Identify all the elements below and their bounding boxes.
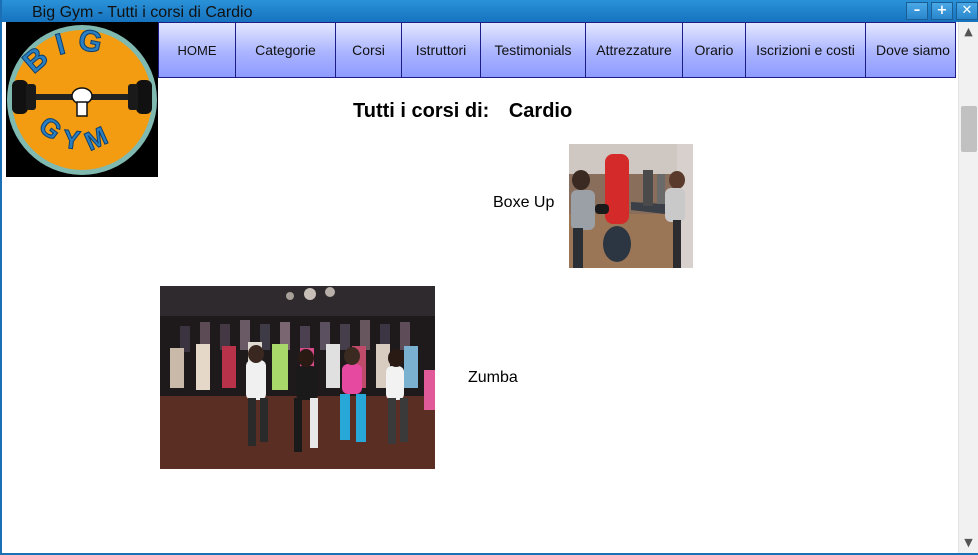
- big-gym-logo[interactable]: BIG GYM: [6, 22, 158, 177]
- scroll-up-arrow-icon[interactable]: ▲: [959, 22, 978, 42]
- page-title-label: Tutti i corsi di:: [353, 100, 490, 122]
- minimize-button[interactable]: –: [906, 2, 928, 20]
- nav-dove-siamo[interactable]: Dove siamo: [866, 22, 956, 78]
- page-title-category: Cardio: [508, 100, 573, 122]
- browser-window: Big Gym - Tutti i corsi di Cardio – + ✕ …: [0, 0, 978, 555]
- nav-corsi[interactable]: Corsi: [336, 22, 402, 78]
- window-title: Big Gym - Tutti i corsi di Cardio: [32, 4, 253, 21]
- nav-istruttori[interactable]: Istruttori: [402, 22, 481, 78]
- course-name-zumba[interactable]: Zumba: [468, 369, 518, 387]
- page-title: Tutti i corsi di: Cardio: [353, 100, 572, 123]
- scroll-down-arrow-icon[interactable]: ▼: [959, 533, 978, 553]
- kickboxing-class-photo[interactable]: [569, 144, 693, 268]
- nav-testimonials[interactable]: Testimonials: [481, 22, 586, 78]
- nav-orario[interactable]: Orario: [683, 22, 746, 78]
- title-bar[interactable]: Big Gym - Tutti i corsi di Cardio – + ✕: [2, 0, 978, 22]
- zumba-class-photo[interactable]: [160, 286, 435, 469]
- maximize-button[interactable]: +: [931, 2, 953, 20]
- barbell-logo-icon: BIG GYM: [6, 22, 158, 177]
- main-navigation: HOME Categorie Corsi Istruttori Testimon…: [158, 22, 956, 78]
- nav-categorie[interactable]: Categorie: [236, 22, 336, 78]
- nav-iscrizioni-e-costi[interactable]: Iscrizioni e costi: [746, 22, 866, 78]
- nav-attrezzature[interactable]: Attrezzature: [586, 22, 683, 78]
- scrollbar-thumb[interactable]: [961, 106, 977, 152]
- close-button[interactable]: ✕: [956, 2, 978, 20]
- course-name-boxe-up[interactable]: Boxe Up: [493, 194, 554, 212]
- nav-home[interactable]: HOME: [158, 22, 236, 78]
- vertical-scrollbar[interactable]: ▲ ▼: [958, 22, 978, 553]
